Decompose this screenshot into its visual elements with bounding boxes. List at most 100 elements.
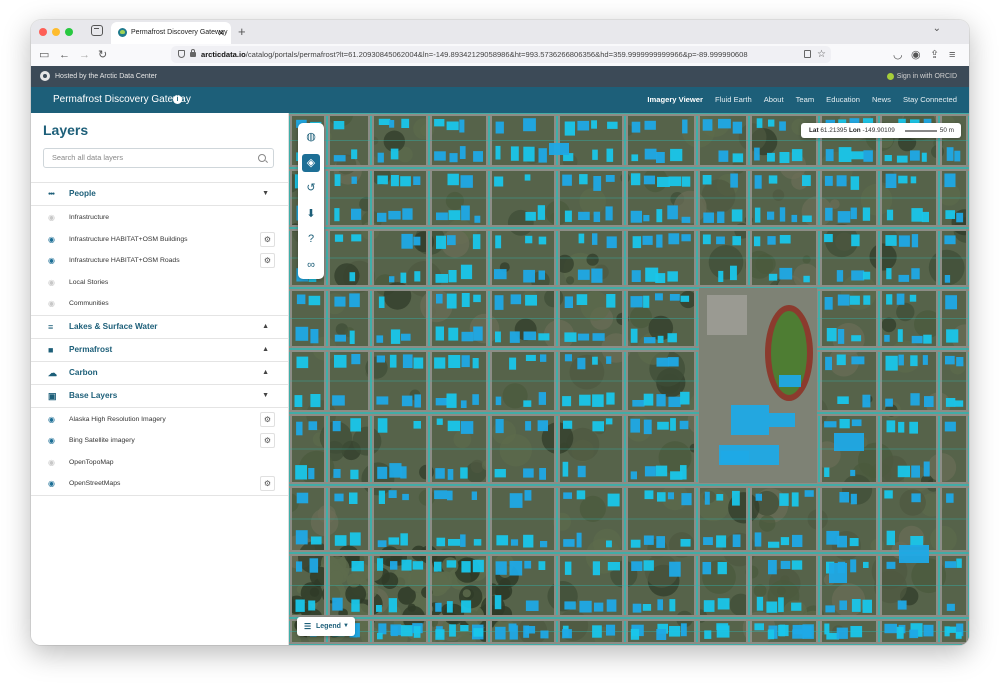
info-icon[interactable]: i [173, 95, 182, 104]
eye-icon[interactable]: ◉ [48, 272, 55, 294]
building [667, 271, 678, 282]
building [655, 293, 663, 301]
gear-icon[interactable]: ⚙ [260, 253, 275, 268]
site-brand[interactable]: Permafrost Discovery Gateway [53, 87, 191, 113]
building [851, 356, 865, 365]
chevron-up-icon[interactable]: ▲ [262, 339, 269, 361]
share-icon[interactable]: ∞ [302, 256, 320, 274]
eye-icon[interactable]: ◉ [48, 430, 55, 452]
extensions-icon[interactable]: ⇪ [930, 47, 939, 63]
eye-icon[interactable]: ◉ [48, 229, 55, 251]
pocket-icon[interactable]: ◡ [893, 47, 903, 63]
hosted-by-text[interactable]: Hosted by the Arctic Data Center [55, 66, 157, 87]
layer-item[interactable]: ◉ Communities [31, 293, 288, 315]
chevron-up-icon[interactable]: ▲ [262, 316, 269, 338]
layer-group-4[interactable]: ▣ Base Layers ▼ [31, 385, 288, 408]
building [564, 354, 572, 362]
layer-item-label: Infrastructure [69, 214, 110, 221]
layer-group-0[interactable]: ●●● People ▼ [31, 183, 288, 206]
building [334, 208, 340, 222]
tab-list-chevron-icon[interactable]: ⌄ [933, 23, 941, 34]
sign-in-orcid-link[interactable]: Sign in with ORCID [886, 66, 957, 87]
layer-group-1[interactable]: ≡ Lakes & Surface Water ▲ [31, 316, 288, 339]
forward-icon[interactable]: → [79, 47, 90, 63]
eye-icon[interactable]: ◉ [48, 452, 55, 474]
nav-imagery-viewer[interactable]: Imagery Viewer [647, 87, 703, 113]
layer-item[interactable]: ◉ Infrastructure HABITAT+OSM Roads ⚙ [31, 250, 288, 272]
layer-item[interactable]: ◉ Alaska High Resolution Imagery ⚙ [31, 409, 288, 431]
sign-in-label: Sign in with ORCID [896, 73, 957, 80]
close-window-icon[interactable] [39, 28, 47, 36]
chevron-down-icon[interactable]: ▼ [262, 385, 269, 407]
download-icon[interactable]: ⬇ [302, 205, 320, 223]
gear-icon[interactable]: ⚙ [260, 231, 275, 247]
nav-stay-connected[interactable]: Stay Connected [903, 87, 957, 113]
reader-view-icon[interactable] [804, 50, 811, 58]
tracking-shield-icon[interactable] [178, 50, 185, 58]
nav-about[interactable]: About [764, 87, 784, 113]
nav-news[interactable]: News [872, 87, 891, 113]
layers-icon[interactable]: ◈ [302, 153, 320, 172]
satellite-map[interactable] [289, 113, 969, 645]
gear-icon[interactable]: ⚙ [260, 476, 275, 491]
minimize-window-icon[interactable] [52, 28, 60, 36]
back-icon[interactable]: ← [59, 47, 70, 63]
nav-fluid-earth[interactable]: Fluid Earth [715, 87, 752, 113]
bookmark-star-icon[interactable]: ☆ [817, 46, 826, 63]
layer-item[interactable]: ◉ Infrastructure HABITAT+OSM Buildings ⚙ [31, 229, 288, 251]
building [525, 211, 536, 221]
help-icon[interactable]: ? [302, 230, 320, 248]
building [593, 211, 601, 222]
building [460, 264, 473, 280]
tree-canopy [566, 276, 575, 285]
building [562, 629, 572, 639]
eye-icon[interactable]: ◉ [48, 250, 55, 272]
arctic-data-center-logo-icon[interactable] [40, 71, 50, 81]
building [510, 294, 522, 305]
building [377, 466, 388, 479]
gear-icon[interactable]: ⚙ [260, 411, 275, 427]
layer-group-3[interactable]: ☁ Carbon ▲ [31, 362, 288, 385]
building [447, 469, 454, 480]
tab-close-icon[interactable]: ✕ [217, 22, 225, 44]
zoom-window-icon[interactable] [65, 28, 73, 36]
eye-icon[interactable]: ◉ [48, 207, 55, 229]
reload-icon[interactable]: ↻ [98, 47, 107, 63]
legend-button[interactable]: ☰ Legend ▼ [297, 617, 355, 636]
eye-icon[interactable]: ◉ [48, 473, 55, 495]
chevron-down-icon[interactable]: ▼ [262, 183, 269, 205]
history-icon[interactable]: ↺ [302, 179, 320, 197]
sidebar-toggle-icon[interactable] [91, 25, 103, 36]
eye-icon[interactable]: ◉ [48, 293, 55, 315]
layer-item[interactable]: ◉ Local Stories [31, 272, 288, 294]
nav-education[interactable]: Education [826, 87, 860, 113]
layer-item[interactable]: ◉ OpenStreetMaps ⚙ [31, 473, 288, 495]
search-icon[interactable] [258, 154, 266, 162]
building [349, 492, 358, 504]
menu-icon[interactable]: ≡ [949, 47, 955, 63]
layer-item[interactable]: ◉ Bing Satellite imagery ⚙ [31, 430, 288, 452]
layer-item[interactable]: ◉ OpenTopoMap [31, 452, 288, 474]
map-view[interactable] [289, 113, 969, 645]
account-icon[interactable]: ◉ [911, 47, 921, 63]
new-tab-button[interactable]: + [238, 22, 246, 42]
building [954, 400, 964, 407]
building [768, 541, 780, 548]
building [606, 356, 612, 364]
address-bar[interactable]: arcticdata.io/catalog/portals/permafrost… [171, 46, 831, 63]
chevron-up-icon[interactable]: ▲ [262, 362, 269, 384]
building [351, 176, 357, 184]
layer-item[interactable]: ◉ Infrastructure [31, 207, 288, 229]
lock-icon[interactable] [190, 49, 196, 57]
gear-icon[interactable]: ⚙ [260, 433, 275, 448]
building [607, 121, 618, 129]
sidebar-icon[interactable]: ▭ [39, 47, 49, 63]
browser-tab[interactable]: Permafrost Discovery Gateway ✕ [111, 22, 231, 44]
building [592, 394, 604, 407]
eye-icon[interactable]: ◉ [48, 409, 55, 431]
layer-search-input[interactable]: Search all data layers [43, 148, 274, 168]
layer-group-2[interactable]: ■ Permafrost ▲ [31, 339, 288, 362]
nav-team[interactable]: Team [796, 87, 815, 113]
globe-icon[interactable]: ◍ [302, 128, 320, 146]
building [449, 153, 458, 163]
